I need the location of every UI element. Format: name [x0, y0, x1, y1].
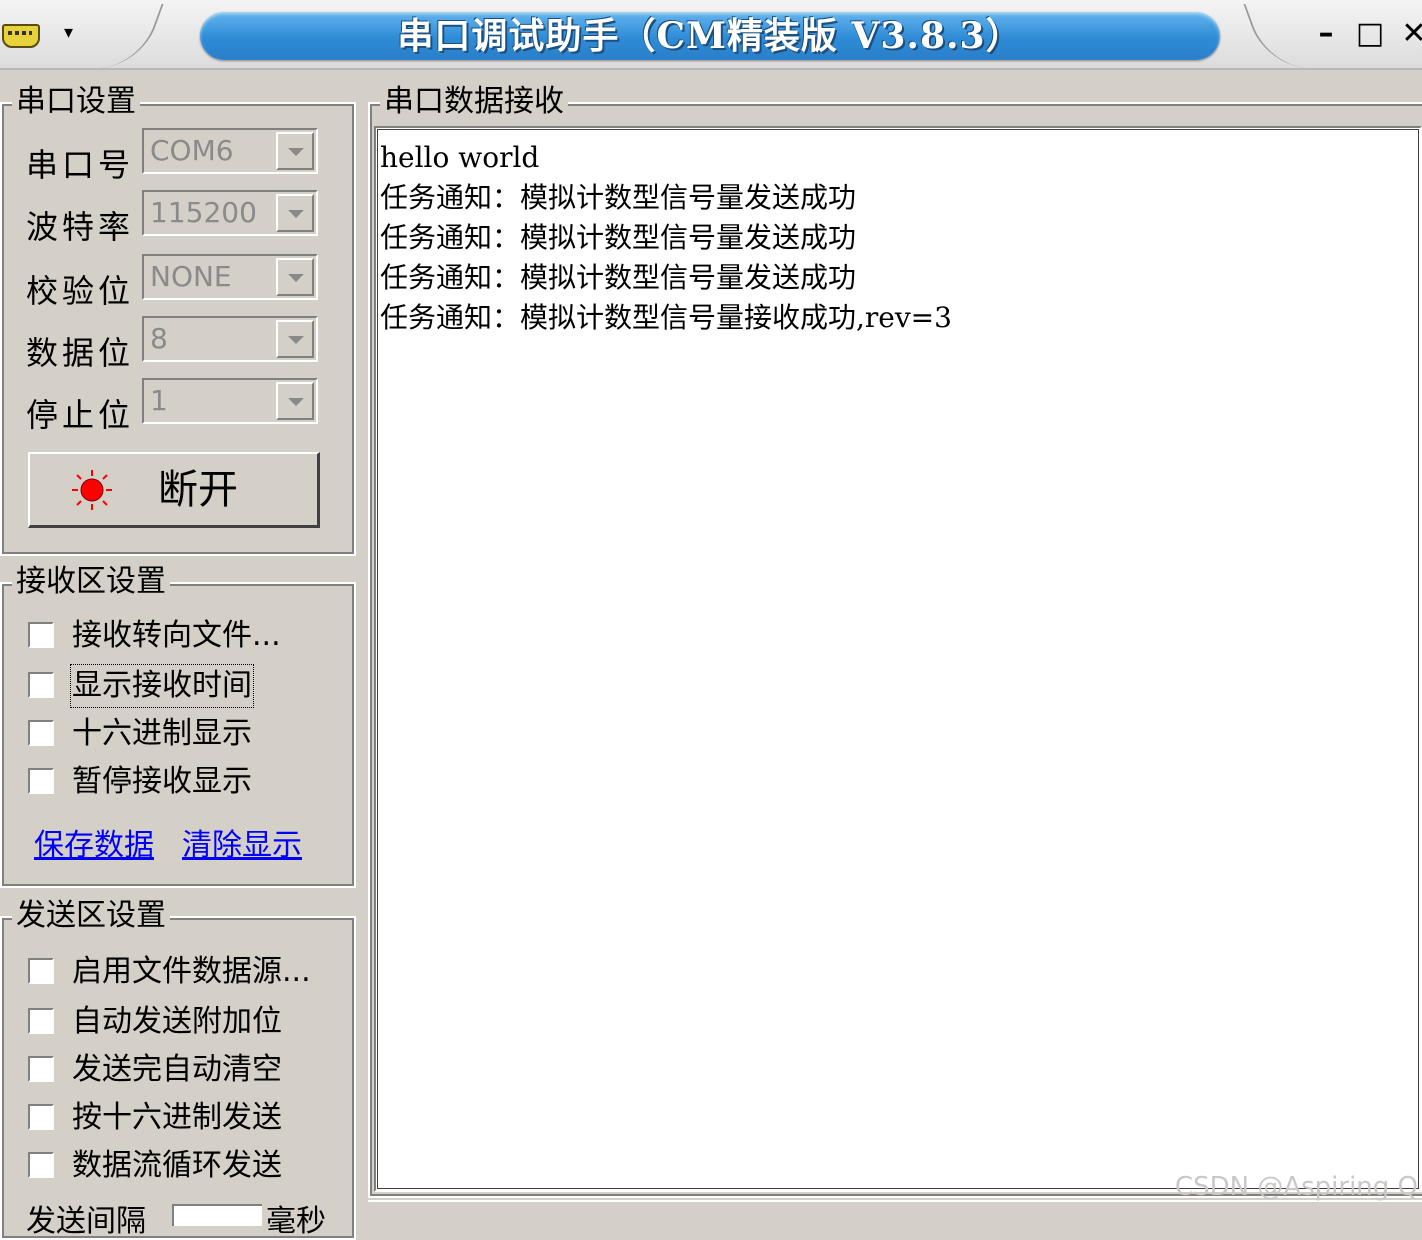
title-bar: ▾ 串口调试助手（CM精装版 V3.8.3） – □ ✕ — [0, 0, 1422, 70]
checkbox-label: 自动发送附加位 — [72, 1004, 282, 1039]
port-label: 串口号 — [26, 146, 135, 184]
send-settings-title: 发送区设置 — [12, 898, 170, 934]
close-button[interactable]: ✕ — [1396, 16, 1422, 52]
receive-line: 任务通知：模拟计数型信号量接收成功,rev=3 — [380, 301, 952, 334]
save-data-link[interactable]: 保存数据 — [34, 828, 154, 864]
receive-data-title: 串口数据接收 — [380, 84, 568, 120]
checkbox-label: 十六进制显示 — [72, 716, 252, 751]
checkbox[interactable] — [28, 768, 54, 794]
parity-value: NONE — [150, 260, 232, 293]
checkbox[interactable] — [28, 622, 54, 648]
checkbox-label: 接收转向文件... — [72, 618, 281, 653]
title-curve-left — [98, 4, 164, 68]
dropdown-arrow-icon[interactable] — [276, 320, 314, 358]
checkbox-label: 数据流循环发送 — [72, 1148, 282, 1183]
dropdown-arrow-icon[interactable] — [276, 258, 314, 296]
send-interval-unit: 毫秒 — [266, 1204, 326, 1239]
receive-settings-title: 接收区设置 — [12, 564, 170, 600]
chevron-down-icon[interactable]: ▾ — [64, 22, 73, 43]
checkbox[interactable] — [28, 1104, 54, 1130]
checkbox[interactable] — [28, 1056, 54, 1082]
checkbox-label: 发送完自动清空 — [72, 1052, 282, 1087]
disconnect-button[interactable]: 断开 — [28, 452, 320, 528]
checkbox-label: 按十六进制发送 — [72, 1100, 282, 1135]
port-select[interactable]: COM6 — [142, 128, 318, 174]
send-interval-label: 发送间隔 — [26, 1204, 146, 1239]
checkbox[interactable] — [28, 720, 54, 746]
checkbox[interactable] — [28, 958, 54, 984]
title-pill: 串口调试助手（CM精装版 V3.8.3） — [200, 12, 1220, 60]
receive-line: 任务通知：模拟计数型信号量发送成功 — [380, 221, 857, 254]
send-interval-input[interactable] — [172, 1204, 262, 1226]
checkbox-label: 显示接收时间 — [70, 664, 254, 708]
checkbox[interactable] — [28, 1152, 54, 1178]
window-title: 串口调试助手（CM精装版 V3.8.3） — [397, 15, 1023, 57]
serial-port-app-icon[interactable] — [2, 24, 40, 48]
checkbox-label: 暂停接收显示 — [72, 764, 252, 799]
data-bits-value: 8 — [150, 322, 168, 355]
parity-select[interactable]: NONE — [142, 254, 318, 300]
dropdown-arrow-icon[interactable] — [276, 132, 314, 170]
stop-bits-select[interactable]: 1 — [142, 378, 318, 424]
dropdown-arrow-icon[interactable] — [276, 382, 314, 420]
stop-bits-label: 停止位 — [26, 396, 135, 434]
receive-line: 任务通知：模拟计数型信号量发送成功 — [380, 261, 857, 294]
stop-bits-value: 1 — [150, 384, 168, 417]
receive-text-area[interactable]: hello world 任务通知：模拟计数型信号量发送成功 任务通知：模拟计数型… — [374, 126, 1422, 1192]
checkbox[interactable] — [28, 1008, 54, 1034]
clear-display-link[interactable]: 清除显示 — [182, 828, 302, 864]
watermark: CSDN @Aspiring Q — [1174, 1172, 1418, 1202]
port-settings-title: 串口设置 — [12, 84, 140, 120]
checkbox-label: 启用文件数据源... — [72, 954, 311, 989]
baud-value: 115200 — [150, 196, 257, 229]
port-value: COM6 — [150, 134, 234, 167]
disconnect-label: 断开 — [158, 467, 238, 513]
dropdown-arrow-icon[interactable] — [276, 194, 314, 232]
bottom-panel-edge — [368, 1200, 1422, 1219]
data-bits-select[interactable]: 8 — [142, 316, 318, 362]
minimize-button[interactable]: – — [1308, 16, 1344, 52]
led-indicator-icon — [72, 470, 112, 510]
receive-line: hello world — [380, 141, 540, 174]
baud-select[interactable]: 115200 — [142, 190, 318, 236]
data-bits-label: 数据位 — [26, 334, 135, 372]
maximize-button[interactable]: □ — [1352, 16, 1388, 52]
baud-label: 波特率 — [26, 208, 135, 246]
parity-label: 校验位 — [26, 272, 135, 310]
receive-line: 任务通知：模拟计数型信号量发送成功 — [380, 181, 857, 214]
title-curve-right — [1243, 4, 1309, 68]
checkbox[interactable] — [28, 672, 54, 698]
